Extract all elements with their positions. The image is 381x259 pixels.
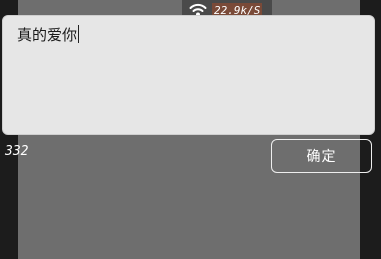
- text-cursor: [78, 25, 80, 43]
- confirm-button[interactable]: 确定: [271, 139, 372, 173]
- text-input[interactable]: 真的爱你: [2, 15, 375, 135]
- text-input-value: 真的爱你: [17, 26, 78, 44]
- character-count: 332: [5, 144, 29, 159]
